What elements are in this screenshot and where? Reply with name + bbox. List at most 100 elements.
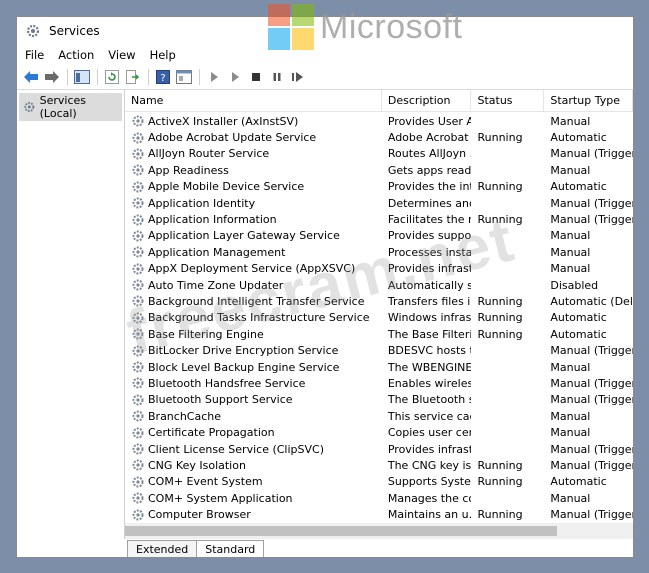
service-name: Auto Time Zone Updater [148,278,284,292]
export-list-icon[interactable] [125,69,141,85]
refresh-icon[interactable] [104,69,120,85]
service-startup-type: Manual (Trigger S [550,458,633,472]
column-header-startup-type[interactable]: Startup Type [544,89,633,111]
service-gear-icon [132,361,144,373]
service-description: Adobe Acrobat ... [387,131,472,145]
service-status: Running [477,327,523,341]
table-row[interactable]: Bluetooth Handsfree Service Enables wirel… [125,375,633,391]
toolbar: ? [17,65,633,90]
menu-help[interactable]: Help [150,48,176,62]
back-arrow-icon[interactable] [23,69,39,85]
table-row[interactable]: AllJoyn Router Service Routes AllJoyn ...… [125,146,633,162]
tab-extended[interactable]: Extended [127,540,198,557]
tab-standard[interactable]: Standard [196,540,265,557]
service-name-cell: Application Layer Gateway Service [125,229,382,243]
table-row[interactable]: App Readiness Gets apps ready... Manual [125,162,633,178]
table-row[interactable]: BranchCache This service cac... Manual [125,408,633,424]
service-name-cell: Application Identity [125,196,382,210]
service-description: Provides User A... [387,114,472,128]
service-name-cell: Adobe Acrobat Update Service [125,131,382,145]
service-status: Running [477,180,523,194]
start-service-icon[interactable] [206,69,222,85]
service-description: Provides the int... [387,180,472,194]
tree-item-services-local[interactable]: Services (Local) [19,93,122,121]
service-name-cell: Background Tasks Infrastructure Service [125,311,382,325]
service-startup-type: Manual [550,229,591,243]
service-name: Adobe Acrobat Update Service [148,131,317,145]
service-name-cell: BitLocker Drive Encryption Service [125,344,382,358]
service-name-cell: BranchCache [125,409,382,423]
table-row[interactable]: Application Information Facilitates the r… [125,211,633,227]
stop-service-icon[interactable] [248,69,264,85]
service-status: Running [477,213,523,227]
service-description: Manages the co... [387,491,472,505]
table-row[interactable]: COM+ Event System Supports Syste... Runnin… [125,474,633,490]
service-startup-type: Manual [550,262,591,276]
service-name-cell: Apple Mobile Device Service [125,180,382,194]
help-icon[interactable]: ? [155,69,171,85]
table-row[interactable]: ActiveX Installer (AxInstSV) Provides Use… [125,113,633,129]
service-gear-icon [132,443,144,455]
column-header-status[interactable]: Status [471,89,545,111]
service-description: This service cac... [387,409,472,423]
table-row[interactable]: COM+ System Application Manages the co...… [125,490,633,506]
table-row[interactable]: Background Tasks Infrastructure Service W… [125,310,633,326]
table-row[interactable]: Certificate Propagation Copies user cert.… [125,424,633,440]
services-gear-icon [24,102,35,112]
service-startup-type: Automatic [550,311,607,325]
toolbar-separator [199,69,200,85]
service-status: Running [477,475,523,489]
horizontal-scrollbar[interactable] [125,523,633,539]
service-name: BitLocker Drive Encryption Service [148,344,339,358]
service-gear-icon [132,459,144,471]
service-name-cell: Bluetooth Support Service [125,393,382,407]
pause-service-icon[interactable] [269,69,285,85]
list-header: ^ Name Description Status Startup Type [125,89,633,112]
service-status: Running [477,294,523,308]
service-startup-type: Manual [550,491,591,505]
table-row[interactable]: CNG Key Isolation The CNG key is... Runnin… [125,457,633,473]
service-startup-type: Manual (Trigger S [550,508,633,521]
service-gear-icon [132,410,144,422]
service-name: Apple Mobile Device Service [148,180,305,194]
column-header-description[interactable]: Description [382,89,472,111]
menu-action[interactable]: Action [58,48,94,62]
service-status: Running [477,131,523,145]
menu-file[interactable]: File [25,48,44,62]
table-row[interactable]: Base Filtering Engine The Base Filteri...… [125,326,633,342]
service-gear-icon [132,230,144,242]
table-row[interactable]: Client License Service (ClipSVC) Provides… [125,441,633,457]
properties-icon[interactable] [176,69,192,85]
service-startup-type: Automatic [550,327,607,341]
console-tree: Services (Local) [17,89,125,539]
service-status: Running [477,311,523,325]
table-row[interactable]: Block Level Backup Engine Service The WBE… [125,359,633,375]
table-row[interactable]: Auto Time Zone Updater Automatically s...… [125,277,633,293]
menu-view[interactable]: View [108,48,135,62]
table-row[interactable]: BitLocker Drive Encryption Service BDESVC… [125,342,633,358]
service-startup-type: Manual [550,360,591,374]
table-row[interactable]: Background Intelligent Transfer Service T… [125,293,633,309]
services-list: ^ Name Description Status Startup Type A… [125,89,633,539]
service-status: Running [477,508,523,521]
service-startup-type: Manual (Trigger S [550,376,633,390]
table-row[interactable]: Adobe Acrobat Update Service Adobe Acroba… [125,129,633,145]
forward-arrow-icon[interactable] [44,69,60,85]
tree-item-label: Services (Local) [39,94,86,120]
table-row[interactable]: Computer Browser Maintains an u... Running… [125,506,633,521]
horizontal-scrollbar-thumb[interactable] [125,526,557,536]
service-name-cell: App Readiness [125,163,382,177]
service-name-cell: Base Filtering Engine [125,327,382,341]
table-row[interactable]: Bluetooth Support Service The Bluetooth s… [125,392,633,408]
service-gear-icon [132,328,144,340]
table-row[interactable]: Application Identity Determines and... Man… [125,195,633,211]
start-service-alt-icon[interactable] [227,69,243,85]
service-startup-type: Manual (Trigger S [550,213,633,227]
table-row[interactable]: Application Management Processes instal..… [125,244,633,260]
table-row[interactable]: Application Layer Gateway Service Provide… [125,228,633,244]
show-hide-console-tree-icon[interactable] [74,69,90,85]
service-description: Gets apps ready... [387,163,472,177]
restart-service-icon[interactable] [290,69,306,85]
table-row[interactable]: AppX Deployment Service (AppXSVC) Provide… [125,261,633,277]
table-row[interactable]: Apple Mobile Device Service Provides the … [125,179,633,195]
